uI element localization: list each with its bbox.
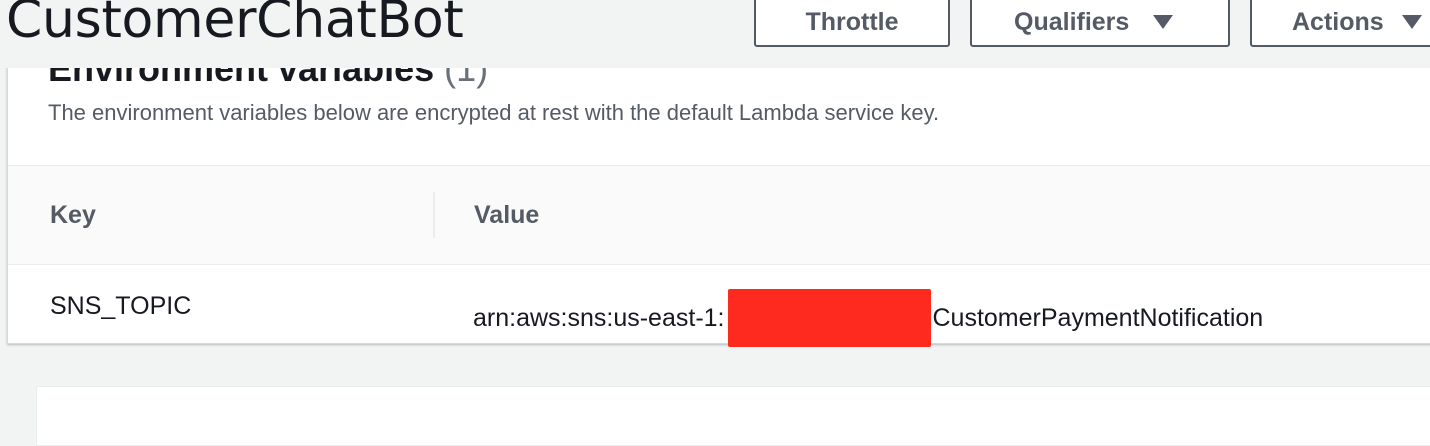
qualifiers-dropdown[interactable]: Qualifiers	[970, 0, 1230, 47]
redaction-box	[727, 289, 931, 347]
caret-down-icon	[1401, 14, 1422, 29]
column-header-key[interactable]: Key	[50, 198, 96, 232]
table-header-row: Key Value	[8, 165, 1430, 265]
env-var-value-suffix: CustomerPaymentNotification	[932, 304, 1264, 332]
throttle-button[interactable]: Throttle	[754, 0, 950, 47]
env-var-key-cell: SNS_TOPIC	[50, 292, 192, 320]
page-title: CustomerChatBot	[6, 0, 464, 50]
panel-description: The environment variables below are encr…	[48, 100, 940, 125]
environment-variables-panel: Environment variables (1) The environmen…	[7, 42, 1430, 347]
qualifiers-dropdown-label: Qualifiers	[1014, 8, 1130, 36]
page-header: CustomerChatBot Throttle Qualifiers Acti…	[0, 0, 1430, 68]
env-var-value-prefix: arn:aws:sns:us-east-1:	[473, 304, 725, 332]
throttle-button-label: Throttle	[805, 8, 899, 36]
actions-dropdown[interactable]: Actions	[1250, 0, 1430, 47]
env-var-value-cell: arn:aws:sns:us-east-1: CustomerPaymentNo…	[473, 289, 1263, 347]
column-header-value[interactable]: Value	[474, 198, 539, 232]
column-divider[interactable]	[433, 192, 435, 238]
next-panel	[36, 386, 1430, 446]
caret-down-icon	[1153, 14, 1174, 29]
actions-dropdown-label: Actions	[1292, 8, 1384, 36]
